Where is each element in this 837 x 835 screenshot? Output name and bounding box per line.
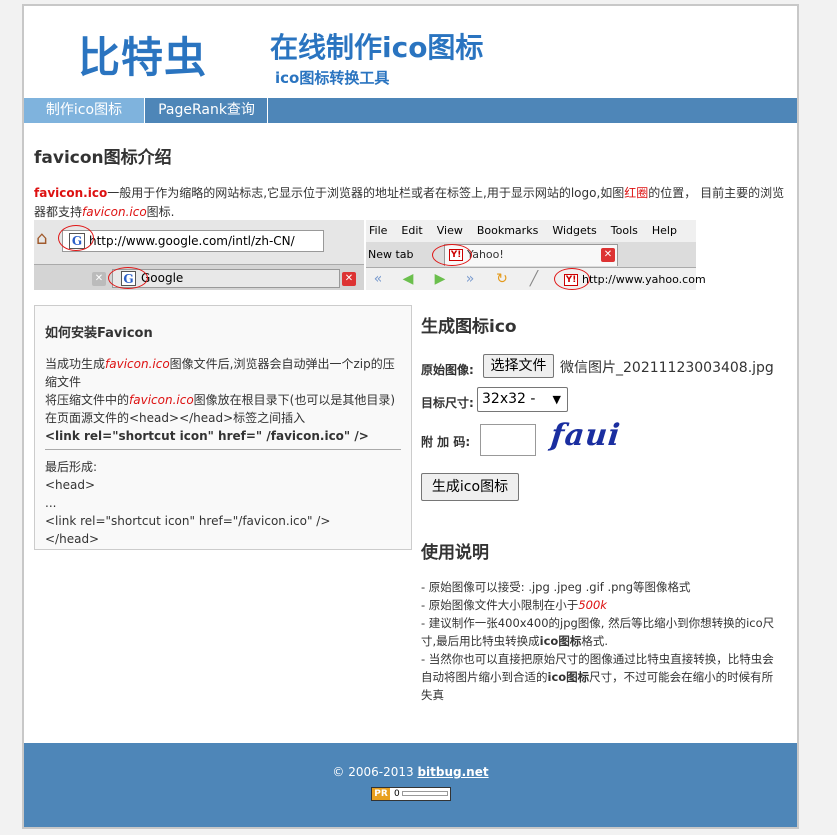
demo-browser-bar-2: File Edit View Bookmarks Widgets Tools Help Ne… [366,220,706,290]
site-link[interactable]: bitbug.net [417,765,488,779]
main-nav: 制作ico图标 PageRank查询 [24,98,797,123]
home-icon: ⌂ [36,228,48,249]
captcha-image[interactable]: faui [549,418,622,453]
site-logo[interactable]: 比特虫 [78,24,207,85]
usage-text: 格式. [581,634,608,648]
pr-label: PR [372,788,390,800]
demo-firefox-url: G http://www.google.com/intl/zh-CN/ [62,230,324,252]
result-line: <link rel="shortcut icon" href="/favicon… [45,514,331,528]
copyright-text: © 2006-2013 [332,765,418,779]
target-size-label: 目标尺寸: [421,396,474,410]
demo-menu-item: Bookmarks [476,224,539,237]
usage-title: 使用说明 [421,543,489,563]
intro-desc: 一般用于作为缩略的网站标志,它显示位于浏览器的地址栏或者在标签上,用于显示网站的… [107,186,625,200]
demo-menu-item: File [369,224,388,237]
result-line: <head> [45,478,96,492]
back-double-icon: « [373,271,383,287]
demo-menu-bar: File Edit View Bookmarks Widgets Tools Help [366,222,688,240]
usage-item: - 原始图像文件大小限制在小于500k [421,596,781,614]
usage-list: - 原始图像可以接受: .jpg .jpeg .gif .png等图像格式 - … [421,578,781,704]
nav-item-make-ico[interactable]: 制作ico图标 [24,98,145,123]
captcha-input[interactable] [480,424,536,456]
demo-menu-item: Edit [401,224,423,237]
forward-icon: ▶ [434,271,446,287]
tab-close-icon: ✕ [92,272,106,286]
install-text: 当成功生成 [45,357,106,371]
pr-bar [402,791,448,796]
file-name-text: 微信图片_20211123003408.jpg [560,360,774,376]
footer: © 2006-2013 bitbug.net PR 0 [24,743,797,827]
install-text: 图像放在根目录下(也可以是其他目录) [193,393,396,407]
red-circle-marker [58,225,94,251]
red-circle-marker [432,244,472,266]
usage-text: - 原始图像文件大小限制在小于 [421,598,579,612]
tab-close-icon: ✕ [342,272,356,286]
install-step: 在页面源文件的<head></head>标签之间插入 [45,411,306,425]
site-slogan: 在线制作ico图标 [270,31,484,64]
back-icon: ◀ [402,271,414,287]
result-title: 最后形成: [45,460,98,474]
usage-limit: 500k [578,598,607,612]
install-term: favicon.ico [105,357,170,371]
pr-value: 0 [394,789,400,799]
demo-yahoo-url-text: http://www.yahoo.com [582,273,706,286]
red-circle-marker [108,267,148,289]
target-size-select[interactable]: 32x32 - ▼ [477,387,568,412]
demo-new-tab: New tab [368,248,414,261]
generate-title: 生成图标ico [421,317,517,337]
usage-bold: ico图标 [547,670,590,684]
demo-menu-item: Tools [610,224,638,237]
demo-menu-item: Help [651,224,677,237]
demo-tab-strip: New tab Y! Yahoo! ✕ [366,242,696,268]
install-code: <link rel="shortcut icon" href=" /favico… [45,429,369,443]
intro-desc-3: 图标. [146,205,175,219]
chevron-down-icon: ▼ [552,393,561,406]
install-step: 当成功生成favicon.ico图像文件后,浏览器会自动弹出一个zip的压缩文件 [45,355,401,391]
reload-icon: ↻ [496,271,508,287]
generate-ico-button[interactable]: 生成ico图标 [421,473,519,501]
browser-demo-image: ⌂ G http://www.google.com/intl/zh-CN/ ✕ … [34,220,706,290]
forward-double-icon: » [465,271,475,287]
copyright: © 2006-2013 bitbug.net [24,765,797,779]
result-line: </head> [45,532,100,546]
install-divider [45,449,401,450]
original-image-label: 原始图像: [421,363,474,377]
demo-firefox-bar: ⌂ G http://www.google.com/intl/zh-CN/ ✕ … [34,220,364,290]
demo-menu-item: View [436,224,463,237]
install-text: 将压缩文件中的 [45,393,130,407]
install-title: 如何安装Favicon [45,326,153,341]
intro-term: favicon.ico [34,186,108,200]
pagerank-badge[interactable]: PR 0 [371,787,451,801]
demo-menu-item: Widgets [552,224,597,237]
install-result: 最后形成: <head> ... <link rel="shortcut ico… [45,458,401,548]
demo-firefox-tabbar: ✕ G Google ✕ [34,264,364,290]
install-step: 将压缩文件中的favicon.ico图像放在根目录下(也可以是其他目录) [45,391,401,409]
captcha-label: 附 加 码: [421,435,471,449]
page-container: 比特虫 在线制作ico图标 ico图标转换工具 制作ico图标 PageRank… [22,4,799,829]
demo-yahoo-tab-text: Yahoo! [467,248,504,261]
usage-bold: ico图标 [539,634,582,648]
choose-file-button[interactable]: 选择文件 [483,354,554,378]
intro-title: favicon图标介绍 [34,148,172,168]
install-panel: 如何安装Favicon 当成功生成favicon.ico图像文件后,浏览器会自动… [34,305,412,550]
demo-toolbar: « ◀ ▶ » ↻ ╱ Y! http://www.yahoo.com [366,268,706,290]
install-term: favicon.ico [129,393,194,407]
intro-red-circle: 红圈 [624,186,649,200]
intro-text: favicon.ico一般用于作为缩略的网站标志,它显示位于浏览器的地址栏或者在… [34,184,789,222]
intro-term-2: favicon.ico [82,205,147,219]
usage-item: - 当然你也可以直接把原始尺寸的图像通过比特虫直接转换，比特虫会自动将图片缩小到… [421,650,781,704]
demo-yahoo-url: Y! http://www.yahoo.com [564,272,706,288]
result-line: ... [45,496,57,510]
tab-close-icon: ✕ [601,248,615,262]
usage-item: - 原始图像可以接受: .jpg .jpeg .gif .png等图像格式 [421,580,691,594]
site-subslogan: ico图标转换工具 [275,69,390,87]
edit-icon: ╱ [529,271,539,287]
nav-item-pagerank[interactable]: PageRank查询 [146,98,268,123]
target-size-value: 32x32 - [482,391,536,407]
usage-item: - 建议制作一张400x400的jpg图像, 然后等比缩小到你想转换的ico尺寸… [421,614,781,650]
red-circle-marker [554,268,590,290]
demo-firefox-url-text: http://www.google.com/intl/zh-CN/ [89,234,295,248]
